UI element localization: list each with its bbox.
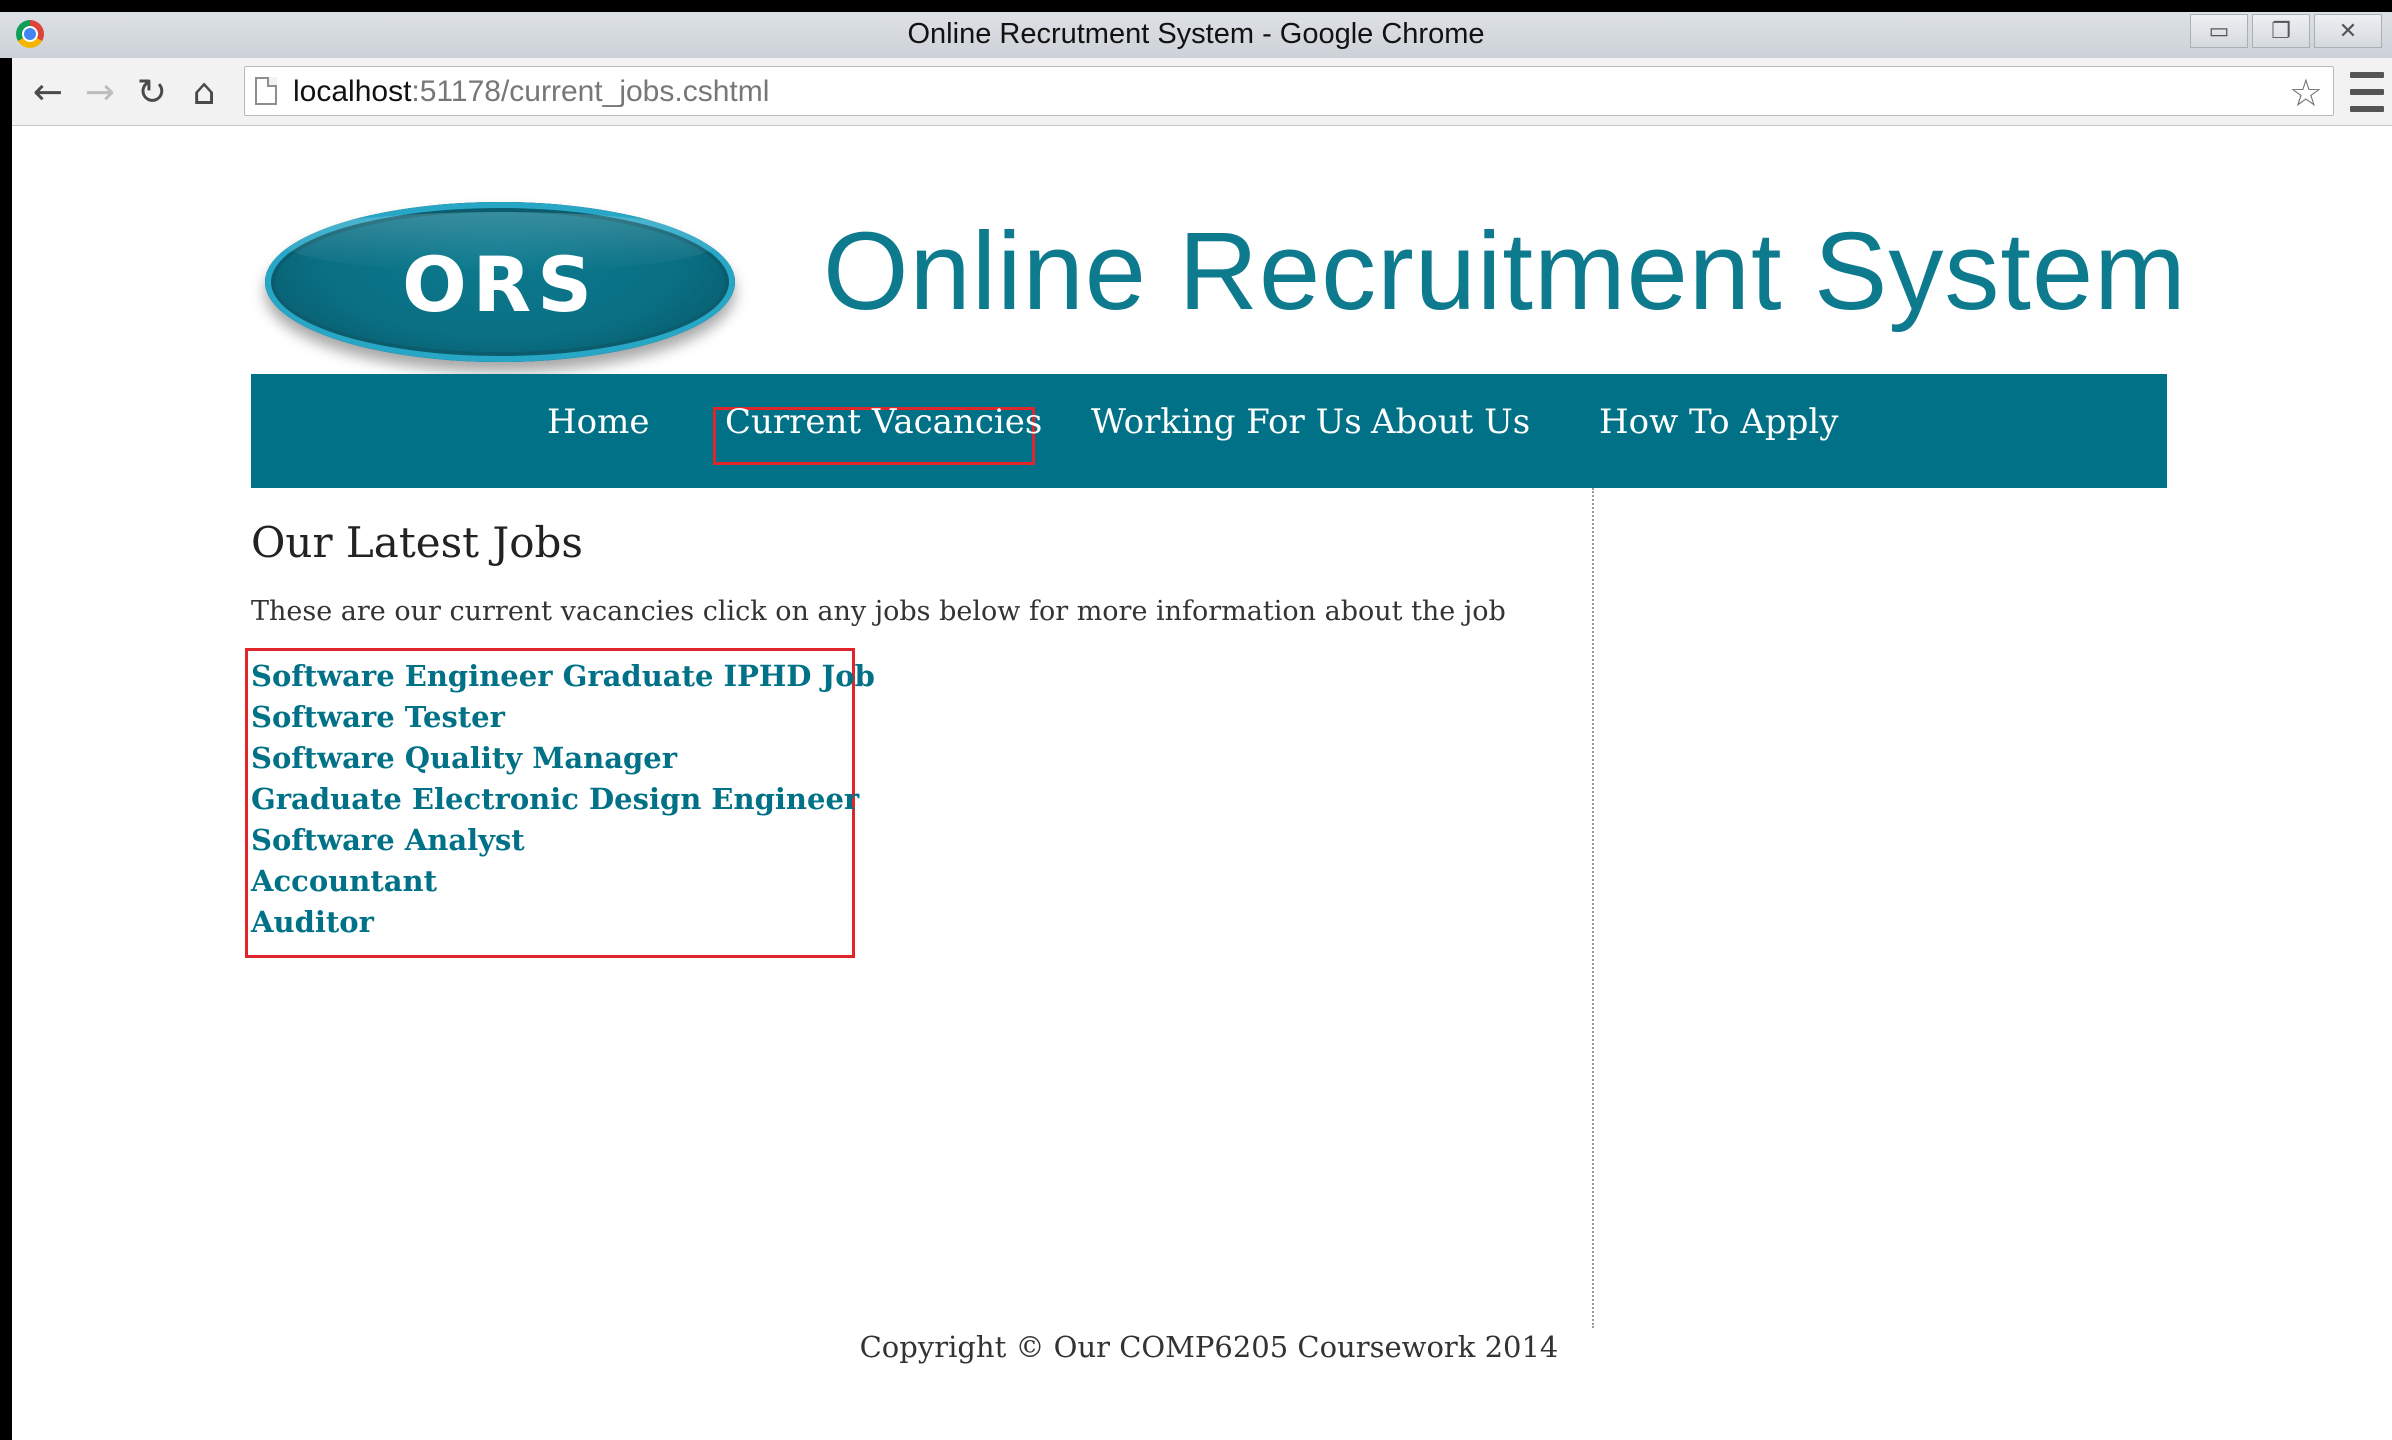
window-title: Online Recrutment System - Google Chrome	[907, 18, 1485, 50]
job-link[interactable]: Accountant	[251, 861, 875, 902]
main-navbar: Home Current Vacancies Working For Us Ab…	[251, 374, 2167, 488]
address-bar[interactable]: localhost:51178/current_jobs.cshtml ☆	[244, 66, 2334, 116]
minimize-button[interactable]: ▭	[2190, 14, 2248, 48]
back-arrow-icon[interactable]: ←	[26, 70, 70, 114]
intro-text: These are our current vacancies click on…	[251, 596, 1506, 627]
chrome-menu-icon[interactable]	[2350, 72, 2384, 112]
url-text[interactable]: localhost:51178/current_jobs.cshtml	[293, 75, 769, 109]
reload-icon[interactable]: ↻	[130, 70, 174, 114]
job-link[interactable]: Auditor	[251, 902, 875, 943]
nav-current-vacancies[interactable]: Current Vacancies	[725, 402, 1042, 442]
page-icon	[255, 77, 277, 105]
page-viewport: ORS Online Recruitment System Home Curre…	[12, 126, 2392, 1440]
nav-home[interactable]: Home	[547, 402, 649, 442]
page-heading: Our Latest Jobs	[251, 518, 583, 567]
nav-how-to-apply[interactable]: How To Apply	[1599, 402, 1839, 442]
job-link[interactable]: Software Tester	[251, 697, 875, 738]
site-container: ORS Online Recruitment System Home Curre…	[245, 126, 2186, 1440]
nav-about-us[interactable]: About Us	[1371, 402, 1530, 442]
bookmark-star-icon[interactable]: ☆	[2289, 71, 2323, 115]
window-titlebar[interactable]: Online Recrutment System - Google Chrome…	[0, 12, 2392, 58]
job-link[interactable]: Graduate Electronic Design Engineer	[251, 779, 875, 820]
close-button[interactable]: ✕	[2314, 14, 2382, 48]
url-host: localhost	[293, 75, 412, 108]
site-header: ORS Online Recruitment System	[251, 126, 2186, 374]
job-link[interactable]: Software Engineer Graduate IPHD Job	[251, 656, 875, 697]
screen: Online Recrutment System - Google Chrome…	[0, 0, 2392, 1440]
sidebar-divider	[1592, 488, 1594, 1328]
home-icon[interactable]: ⌂	[182, 70, 226, 114]
nav-working-for-us[interactable]: Working For Us	[1091, 402, 1362, 442]
jobs-list: Software Engineer Graduate IPHD Job Soft…	[251, 656, 875, 943]
ors-logo[interactable]: ORS	[265, 202, 735, 362]
url-path: :51178/current_jobs.cshtml	[411, 75, 770, 108]
site-title: Online Recruitment System	[823, 210, 2187, 333]
browser-toolbar: ← → ↻ ⌂ localhost:51178/current_jobs.csh…	[12, 58, 2392, 126]
logo-text: ORS	[402, 240, 598, 329]
window-controls: ▭ ❐ ✕	[2190, 14, 2382, 48]
forward-arrow-icon[interactable]: →	[78, 70, 122, 114]
restore-button[interactable]: ❐	[2252, 14, 2310, 48]
job-link[interactable]: Software Analyst	[251, 820, 875, 861]
site-footer: Copyright © Our COMP6205 Coursework 2014	[859, 1330, 1559, 1364]
job-link[interactable]: Software Quality Manager	[251, 738, 875, 779]
